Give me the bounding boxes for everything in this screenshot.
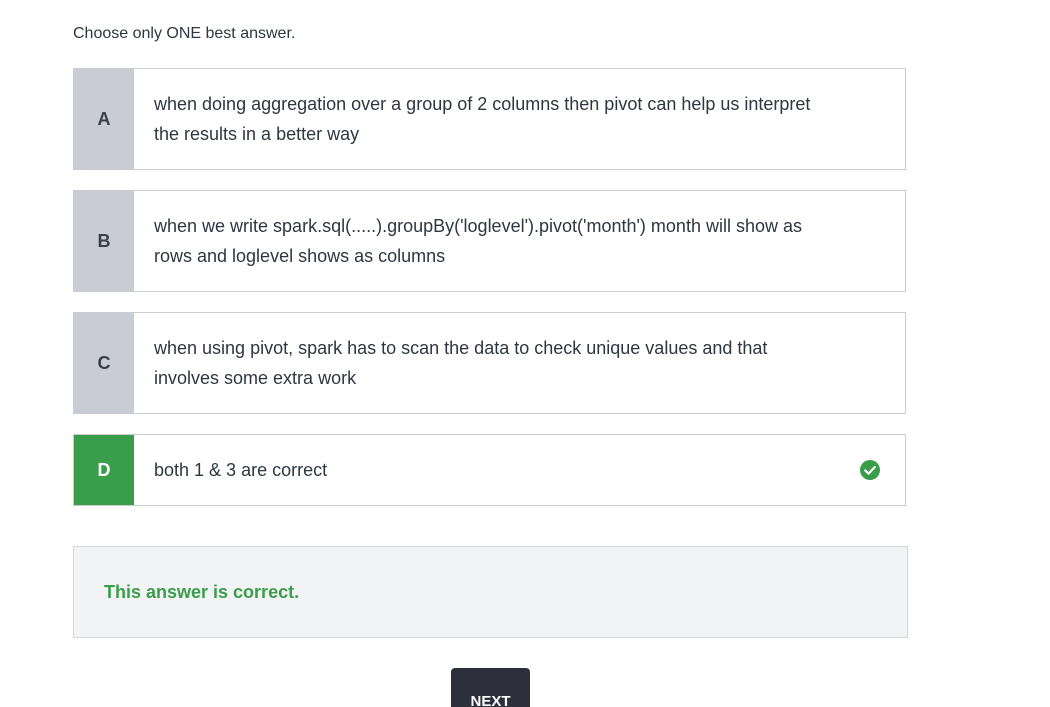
answer-option-d[interactable]: D both 1 & 3 are correct: [73, 434, 906, 506]
option-text: when doing aggregation over a group of 2…: [154, 94, 811, 144]
answer-option-c[interactable]: C when using pivot, spark has to scan th…: [73, 312, 906, 414]
feedback-message: This answer is correct.: [104, 581, 300, 602]
check-circle-icon: [860, 460, 880, 480]
next-button[interactable]: NEXT: [451, 668, 530, 707]
option-letter: C: [74, 313, 134, 413]
instruction-text: Choose only ONE best answer.: [73, 25, 296, 42]
option-letter: A: [74, 69, 134, 169]
option-text: when we write spark.sql(.....).groupBy('…: [154, 216, 802, 266]
option-letter: B: [74, 191, 134, 291]
option-text: when using pivot, spark has to scan the …: [154, 338, 768, 388]
answer-option-a[interactable]: A when doing aggregation over a group of…: [73, 68, 906, 170]
quiz-page: Choose only ONE best answer. A when doin…: [0, 0, 1050, 707]
option-text: both 1 & 3 are correct: [154, 460, 328, 480]
option-letter: D: [74, 435, 134, 505]
feedback-panel: This answer is correct.: [73, 546, 908, 638]
answer-option-b[interactable]: B when we write spark.sql(.....).groupBy…: [73, 190, 906, 292]
